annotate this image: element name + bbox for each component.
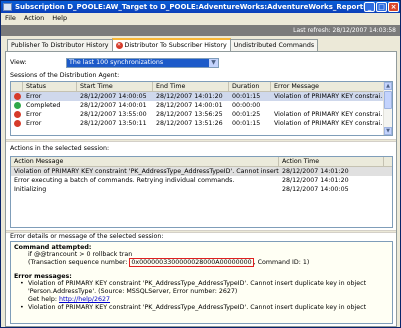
command-attempted-heading: Command attempted:: [14, 244, 92, 251]
error-messages-heading: Error messages:: [14, 273, 72, 280]
session-duration: 00:00:00: [232, 102, 261, 109]
tab-strip: Publisher To Distributor History ✕ Distr…: [7, 38, 319, 51]
scroll-up-icon[interactable]: ▲: [384, 82, 392, 90]
transaction-sequence-number: 0x0000003300000028000A00000000: [129, 258, 254, 267]
error-message-item: Violation of PRIMARY KEY constraint 'PK_…: [14, 280, 389, 304]
session-end: 28/12/2007 14:00:01: [156, 102, 223, 109]
close-button[interactable]: ×: [388, 2, 399, 12]
action-time: 28/12/2007 14:00:05: [282, 186, 349, 193]
actions-header: Action Message Action Time: [11, 157, 392, 167]
column-header[interactable]: Status: [23, 82, 77, 91]
session-status: Error: [26, 93, 42, 100]
details-label: Error details or message of the selected…: [10, 233, 164, 240]
action-row[interactable]: Initializing 28/12/2007 14:00:05: [11, 185, 392, 194]
session-duration: 00:01:15: [232, 120, 261, 127]
column-header[interactable]: End Time: [153, 82, 229, 91]
session-error-message: Violation of PRIMARY KEY constrai...: [274, 93, 385, 100]
menu-bar: File Action Help: [1, 13, 400, 24]
view-label: View:: [10, 59, 27, 66]
error-message-item: Violation of PRIMARY KEY constraint 'PK_…: [14, 304, 389, 312]
action-time: 28/12/2007 14:01:20: [282, 168, 349, 175]
sessions-grid: Status Start Time End Time Duration Erro…: [10, 81, 393, 136]
tab-distributor-to-subscriber[interactable]: ✕ Distributor To Subscriber History: [111, 38, 231, 51]
session-start: 28/12/2007 14:00:01: [80, 102, 147, 109]
menu-help[interactable]: Help: [48, 13, 71, 24]
menu-action[interactable]: Action: [20, 13, 48, 24]
session-row[interactable]: Error 28/12/2007 13:55:00 28/12/2007 13:…: [11, 110, 392, 119]
session-end: 28/12/2007 13:51:26: [156, 120, 223, 127]
sessions-header: Status Start Time End Time Duration Erro…: [11, 82, 392, 92]
session-duration: 00:01:15: [232, 93, 261, 100]
view-selected: The last 100 synchronizations: [69, 59, 164, 66]
window-title: Subscription D_POOLE:AW_Target to D_POOL…: [15, 3, 376, 11]
action-row[interactable]: Violation of PRIMARY KEY constraint 'PK_…: [11, 167, 392, 176]
error-details-pane[interactable]: Command attempted: if @@trancount > 0 ro…: [10, 241, 393, 324]
session-duration: 00:01:25: [232, 111, 261, 118]
column-header[interactable]: Duration: [229, 82, 271, 91]
session-status: Error: [26, 111, 42, 118]
transaction-line: (Transaction sequence number: 0x00000033…: [28, 258, 310, 267]
session-start: 28/12/2007 13:55:00: [80, 111, 147, 118]
session-status: Completed: [26, 102, 61, 109]
menu-file[interactable]: File: [1, 13, 20, 24]
actions-label: Actions in the selected session:: [10, 145, 110, 152]
tab-label: Distributor To Subscriber History: [124, 42, 227, 49]
chevron-down-icon[interactable]: ▼: [209, 59, 218, 67]
session-row[interactable]: Completed 28/12/2007 14:00:01 28/12/2007…: [11, 101, 392, 110]
session-row[interactable]: Error 28/12/2007 13:50:11 28/12/2007 13:…: [11, 119, 392, 128]
splitter[interactable]: [6, 139, 396, 142]
column-header[interactable]: Action Time: [279, 157, 384, 166]
error-icon: [14, 93, 21, 100]
scroll-down-icon[interactable]: ▼: [384, 127, 392, 135]
app-icon: [3, 3, 12, 11]
subscription-window: Subscription D_POOLE:AW_Target to D_POOL…: [0, 0, 401, 328]
tab-undistributed-commands[interactable]: Undistributed Commands: [229, 39, 319, 51]
tab-publisher-to-distributor[interactable]: Publisher To Distributor History: [7, 39, 113, 51]
tab-panel: View: The last 100 synchronizations ▼ Se…: [5, 51, 397, 327]
error-icon: ✕: [115, 42, 123, 49]
error-icon: [14, 111, 21, 118]
action-time: 28/12/2007 14:01:20: [282, 177, 349, 184]
error-icon: [14, 120, 21, 127]
help-link[interactable]: http://help/2627: [59, 296, 110, 303]
tab-label: Undistributed Commands: [233, 42, 315, 49]
view-dropdown[interactable]: The last 100 synchronizations ▼: [66, 58, 219, 68]
sessions-label: Sessions of the Distribution Agent:: [10, 72, 120, 79]
column-header[interactable]: Action Message: [11, 157, 279, 166]
session-start: 28/12/2007 14:00:05: [80, 93, 147, 100]
title-bar: Subscription D_POOLE:AW_Target to D_POOL…: [1, 1, 400, 13]
tab-label: Publisher To Distributor History: [11, 42, 109, 49]
session-start: 28/12/2007 13:50:11: [80, 120, 147, 127]
last-refresh-status: Last refresh: 28/12/2007 14:03:58: [1, 25, 400, 36]
column-header[interactable]: Error Message: [271, 82, 385, 91]
session-end: 28/12/2007 14:01:20: [156, 93, 223, 100]
session-end: 28/12/2007 13:56:25: [156, 111, 223, 118]
scroll-thumb[interactable]: [384, 91, 392, 109]
session-row[interactable]: Error 28/12/2007 14:00:05 28/12/2007 14:…: [11, 92, 392, 101]
action-message: Error executing a batch of commands. Ret…: [14, 177, 235, 184]
action-message: Initializing: [14, 186, 47, 193]
actions-grid: Action Message Action Time Violation of …: [10, 156, 393, 228]
session-error-message: [271, 101, 385, 110]
session-error-message: Violation of PRIMARY KEY constrai...: [274, 120, 385, 127]
action-message: Violation of PRIMARY KEY constraint 'PK_…: [14, 168, 279, 175]
column-header[interactable]: Start Time: [77, 82, 153, 91]
action-row[interactable]: Error executing a batch of commands. Ret…: [11, 176, 392, 185]
minimize-button[interactable]: _: [364, 2, 375, 12]
success-icon: [14, 102, 21, 109]
maximize-button[interactable]: □: [376, 2, 387, 12]
session-error-message: Violation of PRIMARY KEY constrai...: [274, 111, 385, 118]
session-status: Error: [26, 120, 42, 127]
sessions-scrollbar[interactable]: ▲ ▼: [383, 82, 392, 135]
